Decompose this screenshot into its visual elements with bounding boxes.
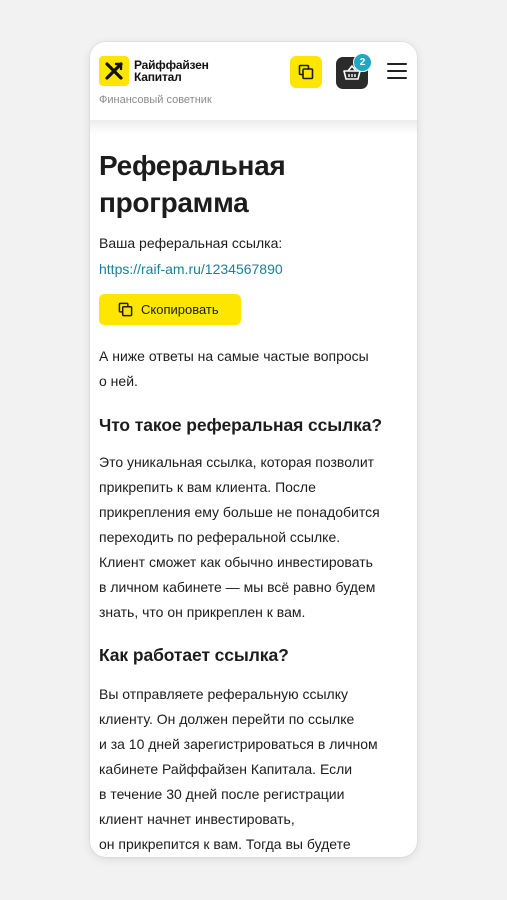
- copy-link-button[interactable]: [290, 56, 322, 88]
- page-title-line-1: Реферальная: [99, 150, 286, 181]
- page-title: Реферальная программа: [99, 147, 409, 221]
- hamburger-menu-icon[interactable]: [387, 63, 407, 81]
- copy-icon: [298, 64, 314, 80]
- faq-answer-1: Это уникальная ссылка, которая позволит …: [99, 450, 409, 625]
- answer-line: в личном кабинете — мы всё равно будем: [99, 579, 376, 595]
- copy-button-label: Скопировать: [141, 302, 219, 317]
- intro-line: А ниже ответы на самые частые вопросы: [99, 348, 369, 364]
- copy-icon: [118, 302, 133, 317]
- referral-link-label: Ваша реферальная ссылка:: [99, 235, 283, 251]
- logo-icon[interactable]: [99, 56, 129, 86]
- answer-line: в течение 30 дней после регистрации: [99, 786, 345, 802]
- header-shadow: [90, 120, 417, 134]
- answer-line: Клиент сможет как обычно инвестировать: [99, 554, 373, 570]
- page-title-line-2: программа: [99, 187, 249, 218]
- answer-line: переходить по реферальной ссылке.: [99, 529, 341, 545]
- answer-line: кабинете Райффайзен Капитала. Если: [99, 761, 353, 777]
- basket-count-badge: 2: [353, 53, 372, 72]
- intro-line: о ней.: [99, 373, 138, 389]
- answer-line: клиент начнет инвестировать,: [99, 811, 295, 827]
- answer-line: Это уникальная ссылка, которая позволит: [99, 454, 375, 470]
- answer-line: Вы отправляете реферальную ссылку: [99, 686, 348, 702]
- logo-line-2: Капитал: [134, 70, 182, 84]
- answer-line: он прикрепится к вам. Тогда вы будете: [99, 836, 351, 852]
- main-content: Реферальная программа Ваша реферальная с…: [99, 147, 409, 852]
- faq-answer-2: Вы отправляете реферальную ссылку клиент…: [99, 682, 409, 857]
- referral-link[interactable]: https://raif-am.ru/1234567890: [99, 261, 283, 277]
- phone-frame: Райффайзен Капитал Финансовый советник 2…: [90, 42, 417, 857]
- intro-text: А ниже ответы на самые частые вопросы о …: [99, 344, 409, 394]
- answer-line: и за 10 дней зарегистрироваться в личном: [99, 736, 378, 752]
- header: Райффайзен Капитал Финансовый советник 2: [90, 42, 417, 120]
- answer-line: знать, что он прикреплен к вам.: [99, 604, 306, 620]
- answer-line: прикрепить к вам клиента. После: [99, 479, 316, 495]
- logo-subtitle: Финансовый советник: [99, 94, 212, 106]
- faq-question-1: Что такое реферальная ссылка?: [99, 415, 383, 435]
- logo-text[interactable]: Райффайзен Капитал: [134, 59, 209, 83]
- copy-button[interactable]: Скопировать: [99, 294, 241, 325]
- answer-line: клиенту. Он должен перейти по ссылке: [99, 711, 355, 727]
- answer-line: прикрепления ему больше не понадобится: [99, 504, 380, 520]
- faq-question-2: Как работает ссылка?: [99, 645, 289, 665]
